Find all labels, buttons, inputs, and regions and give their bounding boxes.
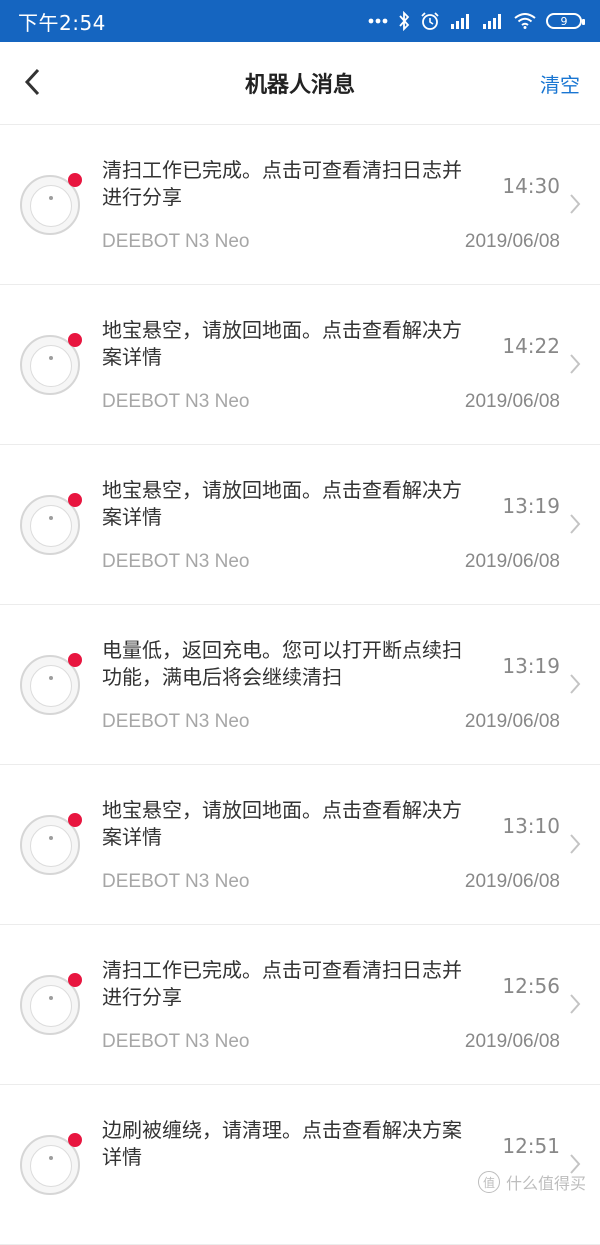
wifi-icon [514, 13, 536, 29]
message-date: 2019/06/08 [464, 391, 560, 412]
message-date: 2019/06/08 [464, 711, 560, 732]
bluetooth-icon [398, 11, 410, 31]
watermark-badge: 值 [477, 1171, 500, 1193]
message-text: 地宝悬空，请放回地面。点击查看解决方案详情 [102, 478, 462, 529]
alarm-icon [420, 11, 440, 31]
unread-dot [68, 973, 82, 987]
clear-button[interactable]: 清空 [540, 69, 580, 98]
list-item[interactable]: 清扫工作已完成。点击可查看清扫日志并进行分享 14:30 DEEBOT N3 N… [0, 125, 600, 285]
message-text: 地宝悬空，请放回地面。点击查看解决方案详情 [102, 798, 462, 849]
chevron-right-icon [570, 514, 581, 534]
unread-dot [68, 1133, 82, 1147]
device-name: DEEBOT N3 Neo [102, 551, 250, 572]
message-text: 地宝悬空，请放回地面。点击查看解决方案详情 [102, 318, 462, 369]
message-list: 清扫工作已完成。点击可查看清扫日志并进行分享 14:30 DEEBOT N3 N… [0, 125, 600, 1245]
list-item[interactable]: 地宝悬空，请放回地面。点击查看解决方案详情 13:19 DEEBOT N3 Ne… [0, 445, 600, 605]
unread-dot [68, 493, 82, 507]
message-text: 清扫工作已完成。点击可查看清扫日志并进行分享 [102, 958, 462, 1009]
list-item[interactable]: 边刷被缠绕，请清理。点击查看解决方案详情 12:51 [0, 1085, 600, 1245]
message-text: 电量低，返回充电。您可以打开断点续扫功能，满电后将会继续清扫 [102, 638, 462, 689]
status-icons: 9 [368, 11, 585, 31]
chevron-right-icon [570, 834, 581, 854]
message-time: 12:56 [502, 974, 560, 998]
unread-dot [68, 173, 82, 187]
message-time: 14:22 [502, 334, 560, 358]
list-item[interactable]: 电量低，返回充电。您可以打开断点续扫功能，满电后将会继续清扫 13:19 DEE… [0, 605, 600, 765]
message-time: 14:30 [502, 174, 560, 198]
message-text: 边刷被缠绕，请清理。点击查看解决方案详情 [102, 1118, 462, 1169]
message-date: 2019/06/08 [464, 871, 560, 892]
chevron-right-icon [570, 994, 581, 1014]
status-bar: 下午2:54 9 [0, 0, 600, 42]
chevron-right-icon [570, 354, 581, 374]
battery-icon: 9 [546, 13, 585, 29]
unread-dot [68, 813, 82, 827]
dots-icon [368, 18, 388, 24]
page-title: 机器人消息 [244, 73, 355, 98]
message-time: 12:51 [502, 1134, 560, 1158]
device-name: DEEBOT N3 Neo [102, 711, 250, 732]
message-date: 2019/06/08 [464, 1031, 560, 1052]
message-time: 13:19 [502, 494, 560, 518]
status-time: 下午2:54 [18, 10, 106, 35]
device-name: DEEBOT N3 Neo [102, 871, 250, 892]
list-item[interactable]: 地宝悬空，请放回地面。点击查看解决方案详情 14:22 DEEBOT N3 Ne… [0, 285, 600, 445]
watermark-text: 什么值得买 [505, 1174, 586, 1193]
signal-icon [482, 13, 504, 29]
device-name: DEEBOT N3 Neo [102, 1031, 250, 1052]
unread-dot [68, 653, 82, 667]
device-name: DEEBOT N3 Neo [102, 391, 250, 412]
watermark: 值 什么值得买 [477, 1170, 586, 1194]
chevron-right-icon [570, 194, 581, 214]
chevron-right-icon [570, 674, 581, 694]
message-text: 清扫工作已完成。点击可查看清扫日志并进行分享 [102, 158, 462, 209]
nav-bar: 机器人消息 清空 [0, 42, 600, 125]
unread-dot [68, 333, 82, 347]
message-date: 2019/06/08 [464, 231, 560, 252]
message-date: 2019/06/08 [464, 551, 560, 572]
list-item[interactable]: 地宝悬空，请放回地面。点击查看解决方案详情 13:10 DEEBOT N3 Ne… [0, 765, 600, 925]
battery-level: 9 [560, 14, 568, 28]
device-name: DEEBOT N3 Neo [102, 231, 250, 252]
message-time: 13:10 [502, 814, 560, 838]
list-item[interactable]: 清扫工作已完成。点击可查看清扫日志并进行分享 12:56 DEEBOT N3 N… [0, 925, 600, 1085]
signal-icon [450, 13, 472, 29]
message-time: 13:19 [502, 654, 560, 678]
